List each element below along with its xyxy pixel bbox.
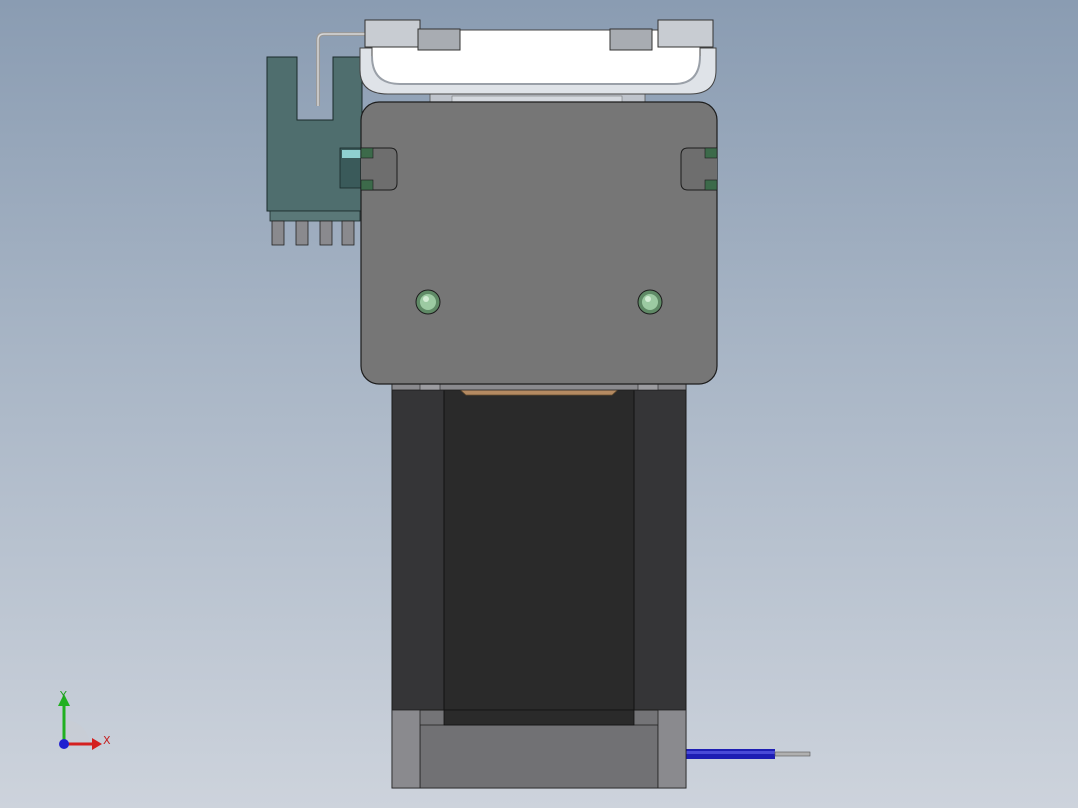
triad-y-label: Y (59, 689, 67, 702)
pump-head-cover[interactable] (359, 19, 717, 103)
cable-wire-tip (774, 751, 811, 757)
sensor-pin-1 (271, 220, 285, 246)
triad-plane (64, 719, 90, 744)
graphics-viewport[interactable]: Y X (0, 0, 1078, 808)
plate-body (360, 101, 718, 385)
plate-notch-right-pad-bottom (704, 179, 718, 191)
triad-x-label: X (103, 734, 111, 747)
motor-side-left (391, 389, 445, 711)
mounting-plate[interactable] (360, 101, 718, 385)
sensor-slot-highlight (342, 150, 362, 158)
plate-notch-left-pad-bottom (360, 179, 374, 191)
plate-screw-left[interactable] (415, 289, 441, 315)
cover-clip-right[interactable] (657, 19, 714, 48)
plate-notch-right-pad-top (704, 147, 718, 159)
cover-neck-inner (451, 95, 623, 103)
cover-clip-right-tab (609, 28, 653, 51)
motor-end-cap-center (419, 724, 659, 789)
optical-sensor[interactable] (266, 32, 368, 246)
triad-z-axis (59, 739, 69, 749)
model-view[interactable]: Y X (0, 0, 1078, 808)
motor-center-face (443, 389, 635, 726)
cover-clip-left-tab (417, 28, 461, 51)
plate-notch-left-pad-top (360, 147, 374, 159)
cover-clip-left[interactable] (364, 19, 421, 48)
sensor-pin-2 (295, 220, 309, 246)
sensor-pin-3 (319, 220, 333, 246)
motor-center-lip (443, 709, 635, 726)
sensor-pin-4 (341, 220, 355, 246)
motor-end-cap-right (657, 709, 687, 789)
cable-highlight (685, 751, 775, 754)
triad-x-arrow (92, 738, 102, 750)
plate-screw-right[interactable] (637, 289, 663, 315)
coordinate-triad: Y X (58, 689, 111, 750)
motor-cable[interactable] (685, 749, 811, 759)
motor-end-cap-left (391, 709, 421, 789)
stepper-motor[interactable] (391, 383, 687, 789)
motor-side-right (633, 389, 687, 711)
sensor-base (269, 210, 361, 222)
